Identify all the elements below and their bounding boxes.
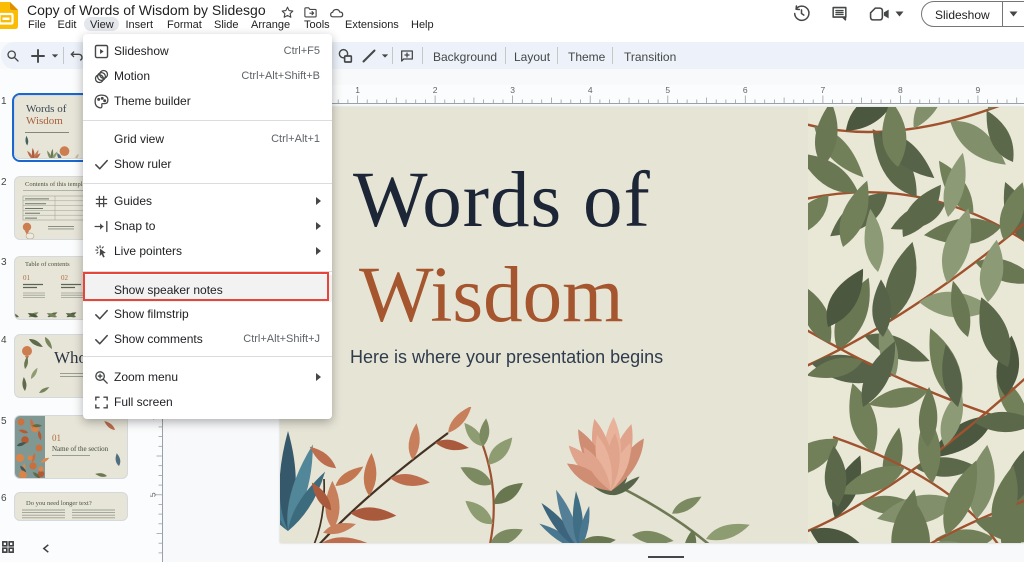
svg-text:4: 4 — [588, 85, 593, 95]
svg-text:5: 5 — [665, 85, 670, 95]
svg-text:3: 3 — [510, 85, 515, 95]
svg-text:8: 8 — [898, 85, 903, 95]
svg-text:9: 9 — [976, 85, 981, 95]
svg-text:01: 01 — [23, 274, 31, 282]
svg-text:2: 2 — [433, 85, 438, 95]
svg-text:1: 1 — [355, 85, 360, 95]
svg-text:5: 5 — [150, 492, 158, 497]
svg-text:02: 02 — [61, 274, 69, 282]
svg-text:7: 7 — [821, 85, 826, 95]
svg-text:6: 6 — [743, 85, 748, 95]
